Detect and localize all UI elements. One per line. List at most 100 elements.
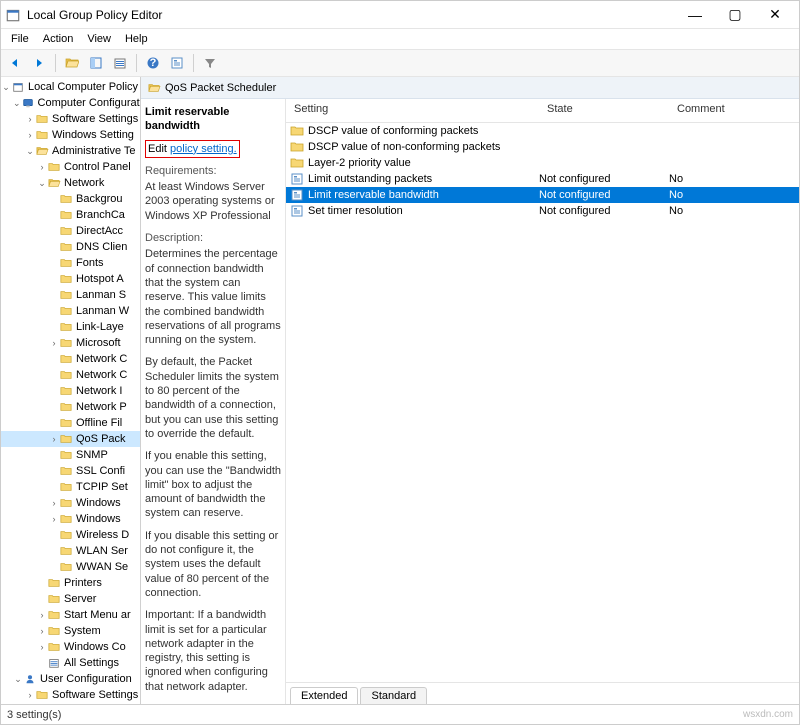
caret-icon[interactable]: › [49, 511, 59, 527]
caret-icon[interactable]: › [37, 159, 47, 175]
minimize-button[interactable]: — [675, 3, 715, 27]
folder-icon [21, 97, 35, 109]
folder-icon [35, 113, 49, 125]
tree-item-wireless[interactable]: Wireless D [1, 527, 140, 543]
caret-icon[interactable]: ⌄ [25, 143, 35, 159]
tree-label: DNS Clien [76, 239, 127, 255]
caret-icon[interactable]: ⌄ [37, 175, 47, 191]
window-title: Local Group Policy Editor [27, 8, 675, 22]
menu-file[interactable]: File [5, 31, 35, 47]
tree-item-microsoft[interactable]: ›Microsoft [1, 335, 140, 351]
tree-item-link_layer[interactable]: Link-Laye [1, 319, 140, 335]
list-row[interactable]: DSCP value of conforming packets [286, 123, 799, 139]
tree-item-windows_comp[interactable]: ›Windows Co [1, 639, 140, 655]
tree-item-u_software[interactable]: ›Software Settings [1, 687, 140, 703]
tree-item-all_settings[interactable]: All Settings [1, 655, 140, 671]
requirements-label: Requirements: [145, 164, 281, 178]
tree-item-control_panel[interactable]: ›Control Panel [1, 159, 140, 175]
list-row[interactable]: DSCP value of non-conforming packets [286, 139, 799, 155]
tree-item-windows_c2[interactable]: ›Windows [1, 511, 140, 527]
caret-icon[interactable]: › [49, 431, 59, 447]
properties-button[interactable] [167, 53, 187, 73]
forward-button[interactable] [29, 53, 49, 73]
export-button[interactable] [110, 53, 130, 73]
tree-item-hotspot[interactable]: Hotspot A [1, 271, 140, 287]
maximize-button[interactable]: ▢ [715, 3, 755, 27]
tree-item-lanman_w[interactable]: Lanman W [1, 303, 140, 319]
tree-item-wlan[interactable]: WLAN Ser [1, 543, 140, 559]
col-comment[interactable]: Comment [669, 99, 799, 122]
filter-button[interactable] [200, 53, 220, 73]
tree-pane[interactable]: ⌄Local Computer Policy⌄Computer Configur… [1, 77, 141, 704]
tree-item-admin_templates[interactable]: ⌄Administrative Te [1, 143, 140, 159]
row-state: Not configured [539, 173, 669, 185]
folder-icon [59, 465, 73, 477]
requirements-text: At least Windows Server 2003 operating s… [145, 180, 281, 223]
tree-item-fonts[interactable]: Fonts [1, 255, 140, 271]
tree-label: Windows Setting [52, 127, 134, 143]
menu-help[interactable]: Help [119, 31, 154, 47]
row-state: Not configured [539, 189, 669, 201]
status-text: 3 setting(s) [7, 709, 61, 721]
tree-item-qos[interactable]: ›QoS Pack [1, 431, 140, 447]
folder-icon [59, 369, 73, 381]
folder-icon [35, 129, 49, 141]
tab-standard[interactable]: Standard [360, 687, 427, 704]
caret-icon[interactable]: › [25, 111, 35, 127]
tree-item-printers[interactable]: Printers [1, 575, 140, 591]
caret-icon[interactable]: › [49, 335, 59, 351]
tree-item-system[interactable]: ›System [1, 623, 140, 639]
tree-item-network_c[interactable]: Network C [1, 351, 140, 367]
caret-icon[interactable]: › [25, 127, 35, 143]
tree-item-computer_cfg[interactable]: ⌄Computer Configuratio [1, 95, 140, 111]
tree-item-windows_c[interactable]: ›Windows [1, 495, 140, 511]
edit-policy-link[interactable]: policy setting. [170, 143, 237, 155]
tree-label: Lanman S [76, 287, 126, 303]
tree-item-network_c2[interactable]: Network C [1, 367, 140, 383]
tree-item-software_settings[interactable]: ›Software Settings [1, 111, 140, 127]
show-tree-button[interactable] [86, 53, 106, 73]
menu-view[interactable]: View [81, 31, 117, 47]
help-button[interactable]: ? [143, 53, 163, 73]
tree-item-background[interactable]: Backgrou [1, 191, 140, 207]
tree-item-server[interactable]: Server [1, 591, 140, 607]
menu-action[interactable]: Action [37, 31, 80, 47]
tree-item-network[interactable]: ⌄Network [1, 175, 140, 191]
list-row[interactable]: Limit outstanding packetsNot configuredN… [286, 171, 799, 187]
col-setting[interactable]: Setting [286, 99, 539, 122]
caret-icon[interactable]: ⌄ [13, 671, 23, 687]
tree-item-start_menu[interactable]: ›Start Menu ar [1, 607, 140, 623]
col-state[interactable]: State [539, 99, 669, 122]
folder-icon [47, 161, 61, 173]
tree-item-tcpip[interactable]: TCPIP Set [1, 479, 140, 495]
caret-icon[interactable]: › [37, 623, 47, 639]
caret-icon[interactable]: › [37, 607, 47, 623]
caret-icon[interactable]: ⌄ [1, 79, 11, 95]
up-button[interactable] [62, 53, 82, 73]
tree-item-ssl[interactable]: SSL Confi [1, 463, 140, 479]
tree-item-directaccess[interactable]: DirectAcc [1, 223, 140, 239]
close-button[interactable]: ✕ [755, 3, 795, 27]
tree-item-windows_setting[interactable]: › Windows Setting [1, 127, 140, 143]
tree-item-user_cfg[interactable]: ⌄User Configuration [1, 671, 140, 687]
tab-extended[interactable]: Extended [290, 687, 358, 704]
list-row[interactable]: Layer-2 priority value [286, 155, 799, 171]
tree-item-lanman_s[interactable]: Lanman S [1, 287, 140, 303]
list-row[interactable]: Limit reservable bandwidthNot configured… [286, 187, 799, 203]
tree-item-snmp[interactable]: SNMP [1, 447, 140, 463]
tree-label: Fonts [76, 255, 104, 271]
tree-item-network_p[interactable]: Network P [1, 399, 140, 415]
back-button[interactable] [5, 53, 25, 73]
caret-icon[interactable]: › [49, 495, 59, 511]
tree-item-root[interactable]: ⌄Local Computer Policy [1, 79, 140, 95]
caret-icon[interactable]: › [37, 639, 47, 655]
caret-icon[interactable]: ⌄ [13, 95, 21, 111]
tree-item-wwan[interactable]: WWAN Se [1, 559, 140, 575]
tree-item-network_i[interactable]: Network I [1, 383, 140, 399]
tree-item-offline[interactable]: Offline Fil [1, 415, 140, 431]
tree-item-branchcache[interactable]: BranchCa [1, 207, 140, 223]
list-rows[interactable]: DSCP value of conforming packetsDSCP val… [286, 123, 799, 682]
caret-icon[interactable]: › [25, 687, 35, 703]
list-row[interactable]: Set timer resolutionNot configuredNo [286, 203, 799, 219]
tree-item-dns_client[interactable]: DNS Clien [1, 239, 140, 255]
